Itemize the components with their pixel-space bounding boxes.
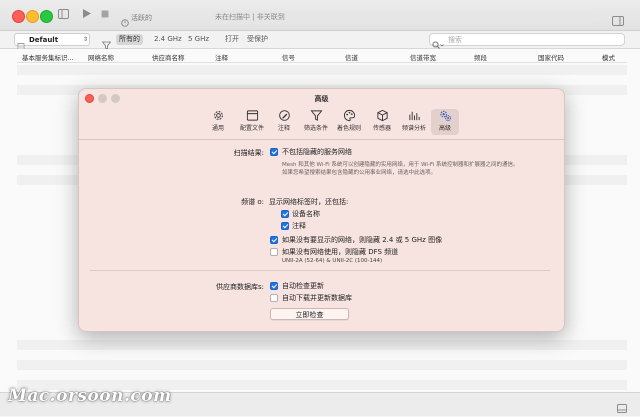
hide-dfs-label: 如果没有网络使用，则隐藏 DFS 频道 [282, 248, 399, 256]
minimize-window-button[interactable] [26, 10, 39, 23]
column-header-country-code[interactable]: 国家代码 [538, 52, 564, 62]
tab-label: 筛选条件 [303, 125, 328, 132]
filter-protected[interactable]: 受保护 [244, 34, 271, 45]
panel-toggle-icon[interactable] [617, 398, 627, 417]
vendor-db-label: 供应商数据库s: [215, 283, 264, 291]
device-name-label: 设备名称 [292, 210, 320, 218]
table-row [17, 360, 627, 370]
tab-label: 高级 [438, 125, 451, 132]
hide-dfs-checkbox[interactable] [270, 248, 278, 256]
column-header-mode[interactable]: 模式 [602, 52, 615, 62]
search-placeholder: 搜索 [448, 36, 462, 44]
stop-icon[interactable] [101, 10, 109, 21]
gears-icon [431, 109, 459, 123]
column-header-bssid[interactable]: 基本服务集标识... [22, 52, 74, 62]
auto-check-updates-label: 自动检查更新 [282, 282, 324, 290]
hidden-networks-note-line1: Mesh 和其他 Wi-Fi 系统可以创建隐藏的实用网络，用于 Wi-Fi 系统… [282, 162, 519, 168]
profile-value: Default [29, 36, 59, 44]
zoom-window-button[interactable] [40, 10, 53, 23]
column-header-comment[interactable]: 注释 [215, 52, 228, 62]
filter-2-4ghz[interactable]: 2.4 GHz [151, 34, 185, 45]
play-icon[interactable] [82, 8, 92, 22]
table-row [17, 65, 627, 75]
tab-color-rules[interactable]: 着色规则 [334, 109, 364, 135]
tab-general[interactable]: 通用 [205, 109, 231, 135]
window-icon [235, 109, 269, 123]
device-name-checkbox[interactable] [281, 210, 289, 218]
tab-label: 着色规则 [336, 125, 361, 132]
tab-label: 传感器 [372, 125, 391, 132]
hide-hidden-networks-label: 不包括隐藏的服务网络 [282, 148, 352, 156]
search-input[interactable]: 搜索 [429, 33, 625, 46]
profile-select[interactable]: Default [14, 33, 90, 46]
status-text: 未在扫描中 | 非关联到 [215, 13, 285, 21]
dialog-divider [79, 139, 564, 140]
table-row [17, 75, 627, 85]
dialog-title: 高级 [314, 95, 329, 103]
tab-label: 频谱分析 [401, 125, 426, 132]
status-field: 未在扫描中 | 非关联到 [211, 11, 593, 24]
tab-label: 通用 [211, 125, 224, 132]
watermark: Mac.orsoon.com [8, 386, 172, 406]
pencil-icon [273, 109, 295, 123]
filter-all[interactable]: 所有的 [116, 34, 143, 45]
tab-label: 配置文件 [239, 125, 264, 132]
section-divider [90, 270, 550, 271]
close-window-button[interactable] [12, 10, 25, 23]
column-header-band[interactable]: 频段 [474, 52, 487, 62]
cube-icon [369, 109, 395, 123]
sidebar-toggle-icon[interactable] [58, 9, 69, 22]
filter-open[interactable]: 打开 [222, 34, 242, 45]
auto-download-label: 自动下载并更新数据库 [282, 294, 352, 302]
column-header-vendor[interactable]: 供应商名称 [152, 52, 185, 62]
activity-label: 活跃的 [131, 14, 152, 22]
gear-icon [205, 109, 231, 123]
spectrum-label: 频谱 o: [241, 198, 264, 206]
column-header-channel[interactable]: 信道 [345, 52, 358, 62]
scan-results-label: 扫描结果: [233, 149, 264, 157]
tab-spectrum[interactable]: 频谱分析 [399, 109, 429, 135]
auto-check-updates-checkbox[interactable] [270, 282, 278, 290]
activity-icon [121, 12, 129, 31]
auto-download-checkbox[interactable] [270, 294, 278, 302]
funnel-icon [301, 109, 331, 123]
tab-sensors[interactable]: 传感器 [369, 109, 395, 135]
palette-icon [334, 109, 364, 123]
hide-band-graph-checkbox[interactable] [270, 236, 278, 244]
hide-hidden-networks-checkbox[interactable] [270, 148, 278, 156]
comment-checkbox[interactable] [281, 222, 289, 230]
hide-band-graph-label: 如果没有要显示的网络，则隐藏 2.4 或 5 GHz 图像 [282, 236, 443, 244]
tab-label: 注释 [277, 125, 290, 132]
comment-label: 注释 [292, 222, 306, 230]
right-sidebar-icon[interactable] [612, 11, 624, 30]
filter-5ghz[interactable]: 5 GHz [185, 34, 212, 45]
bars-icon [399, 109, 429, 123]
tab-profiles[interactable]: 配置文件 [235, 109, 269, 135]
column-header-signal[interactable]: 信号 [282, 52, 295, 62]
tab-advanced[interactable]: 高级 [431, 109, 459, 135]
spectrum-intro: 显示网络标签时，还包括: [269, 198, 349, 206]
hidden-networks-note-line2: 如果您希望搜索结果包含隐藏的公用事业网络，请选中此选项。 [282, 170, 437, 176]
column-header-network-name[interactable]: 网络名称 [88, 52, 114, 62]
table-row [17, 340, 627, 350]
tab-filters[interactable]: 筛选条件 [301, 109, 331, 135]
dfs-channels-note: UNII-2A (52-64) & UNII-2C (100-144) [282, 258, 383, 264]
chevron-updown-icon: ⇕ [83, 36, 89, 43]
check-now-button[interactable]: 立即检查 [270, 308, 349, 320]
tab-comments[interactable]: 注释 [273, 109, 295, 135]
column-header-channel-width[interactable]: 信道带宽 [410, 52, 436, 62]
